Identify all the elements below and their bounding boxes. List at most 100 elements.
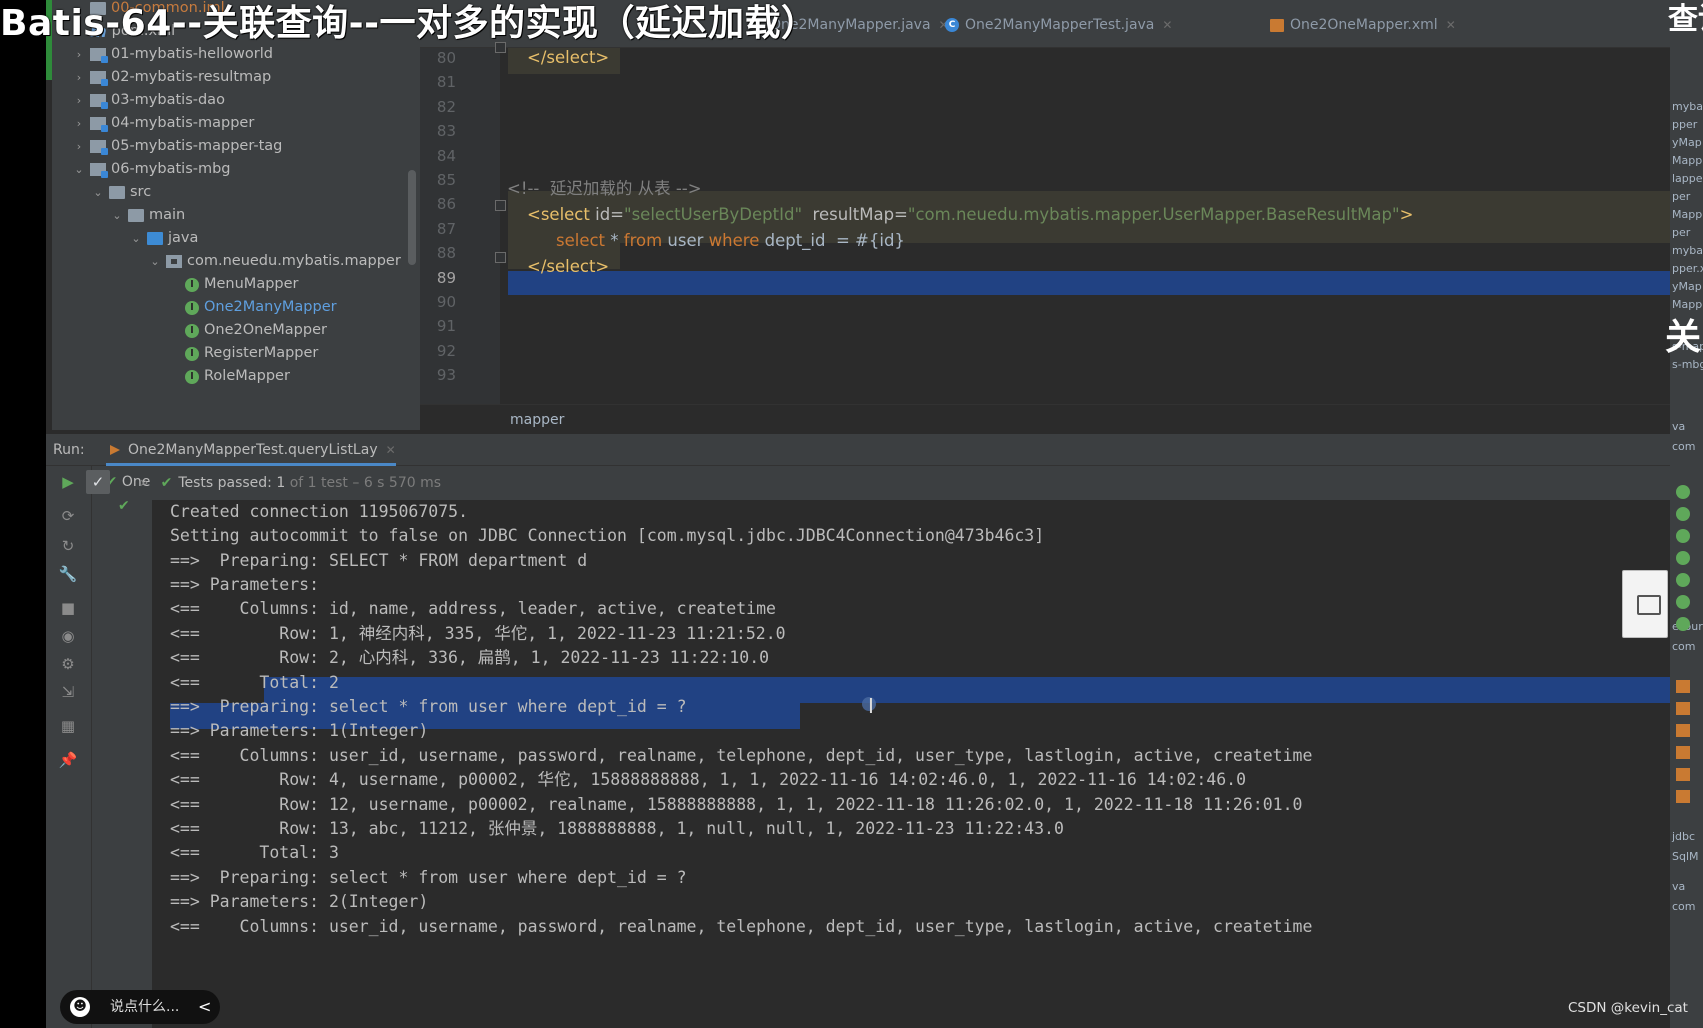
console-line: Setting autocommit to false on JDBC Conn… xyxy=(170,526,1045,546)
tree-item-label: java xyxy=(168,230,199,246)
export-icon[interactable]: ⇲ xyxy=(57,682,79,702)
tree-item[interactable]: › 03-mybatis-dao xyxy=(72,89,225,112)
rerun-icon[interactable]: ▶ xyxy=(57,472,79,492)
camera-icon[interactable]: ◉ xyxy=(57,626,79,646)
xml-file-icon xyxy=(1676,724,1690,737)
console-line: ==> Preparing: select * from user where … xyxy=(170,867,687,887)
tree-item[interactable]: I RoleMapper xyxy=(167,365,290,388)
xml-attr-value: "selectUserByDeptId" xyxy=(624,205,803,224)
breadcrumb-item[interactable]: mapper xyxy=(510,412,564,428)
code-line-88: </select> xyxy=(527,254,609,280)
breadcrumb[interactable]: mapper xyxy=(420,404,1670,434)
chevron-down-icon[interactable]: ⌄ xyxy=(110,204,124,227)
video-title: Batis-64--关联查询--一对多的实现（延迟加载） xyxy=(0,3,818,44)
xml-comment: <!-- 延迟加载的 从表 --> xyxy=(507,179,702,198)
fold-icon[interactable] xyxy=(495,252,506,263)
partial-label: pper.x xyxy=(1672,262,1703,275)
chevron-right-icon[interactable]: › xyxy=(72,112,86,135)
chevron-down-icon[interactable]: ⌄ xyxy=(129,227,143,250)
folder-icon xyxy=(109,186,125,199)
editor-gutter: 80 81 82 83 84 85 86 87 88 89 90 91 92 93 xyxy=(420,48,500,404)
right-overlay-strip: mybat pper yMap Mapp lappe per Mapp per mybat ppe… xyxy=(1670,0,1703,1028)
chevron-down-icon[interactable]: ⌄ xyxy=(148,250,162,273)
line-number: 82 xyxy=(436,97,456,116)
module-folder-icon xyxy=(90,94,108,109)
interface-icon xyxy=(1676,507,1690,521)
tab-one2onemapper-xml[interactable]: One2OneMapper.xml ✕ xyxy=(1270,14,1456,36)
watermark: CSDN @kevin_cat xyxy=(1568,1000,1688,1016)
project-tree-scrollbar[interactable] xyxy=(408,170,416,265)
close-icon[interactable]: ✕ xyxy=(1162,14,1172,36)
line-number: 92 xyxy=(436,341,456,360)
tree-item-label: src xyxy=(130,184,152,200)
code-editor[interactable]: </select> <!-- 延迟加载的 从表 --> <select id="… xyxy=(500,48,1670,404)
partial-label: mybat xyxy=(1672,244,1703,257)
close-icon[interactable]: ✕ xyxy=(1446,14,1456,36)
chevron-down-icon[interactable]: ⌄ xyxy=(91,181,105,204)
run-config-tab[interactable]: One2ManyMapperTest.queryListLay ✕ xyxy=(106,434,396,466)
fold-icon[interactable] xyxy=(495,200,506,211)
test-tree[interactable]: ⌄ ✔ One ✔ xyxy=(92,466,152,1028)
xml-tag: </select> xyxy=(527,257,610,276)
tree-item[interactable]: ⌄ com.neuedu.mybatis.mapper xyxy=(148,250,400,273)
tree-item[interactable]: › 04-mybatis-mapper xyxy=(72,112,254,135)
tree-item[interactable]: ⌄ 06-mybatis-mbg xyxy=(72,158,231,181)
console-output[interactable]: Checking to see if class com.neuedu.myba… xyxy=(152,500,1670,1028)
tree-item[interactable]: I MenuMapper xyxy=(167,273,299,296)
tree-item[interactable]: I One2OneMapper xyxy=(167,319,327,342)
chevron-right-icon[interactable]: › xyxy=(72,43,86,66)
settings-icon[interactable]: ⚙ xyxy=(57,654,79,674)
comment-input[interactable]: ☻ 说点什么... < xyxy=(60,990,220,1024)
tree-item-label: 01-mybatis-helloworld xyxy=(111,46,273,62)
tree-item[interactable]: I One2ManyMapper xyxy=(167,296,337,319)
tree-item[interactable]: ⌄ src xyxy=(91,181,151,204)
tree-item-label: One2OneMapper xyxy=(204,322,327,338)
run-toolbar: ▶ ⟳ ↻ 🔧 ■ ◉ ⚙ ⇲ ▦ 📌 xyxy=(46,466,92,1028)
chevron-right-icon[interactable]: › xyxy=(72,135,86,158)
console-line: ==> Parameters: 1(Integer) xyxy=(170,721,429,741)
console-line: ==> Parameters: xyxy=(170,575,329,594)
tree-item[interactable]: › 01-mybatis-helloworld xyxy=(72,43,273,66)
video-title-right: 查询 xyxy=(1668,2,1703,37)
close-icon[interactable]: ✕ xyxy=(386,443,396,457)
tree-item[interactable]: › 02-mybatis-resultmap xyxy=(72,66,271,89)
tree-item[interactable]: › 05-mybatis-mapper-tag xyxy=(72,135,282,158)
wrench-icon[interactable]: 🔧 xyxy=(57,564,79,584)
chevron-right-icon[interactable]: › xyxy=(72,66,86,89)
tree-item[interactable]: ⌄ java xyxy=(129,227,198,250)
passed-icon: ✔ xyxy=(160,475,173,491)
package-icon xyxy=(166,255,182,268)
ide-window: 00-common.iml m pom.xml › 01-mybatis-hellowo… xyxy=(0,0,1670,1028)
chevron-down-icon[interactable]: ⌄ xyxy=(72,158,86,181)
toggle-auto-test-icon[interactable]: ↻ xyxy=(57,536,79,556)
tab-one2manymappertest-java[interactable]: C One2ManyMapperTest.java ✕ xyxy=(945,14,1172,36)
module-folder-icon xyxy=(90,117,108,132)
emoji-icon[interactable]: ☻ xyxy=(70,997,90,1017)
tree-item[interactable]: I RegisterMapper xyxy=(167,342,318,365)
pin-icon[interactable]: 📌 xyxy=(57,750,79,770)
project-tree[interactable]: 00-common.iml m pom.xml › 01-mybatis-hellowo… xyxy=(52,0,420,430)
tree-item-label: MenuMapper xyxy=(204,276,299,292)
xml-file-icon xyxy=(1676,702,1690,715)
tree-item[interactable]: ⌄ main xyxy=(110,204,185,227)
stop-icon[interactable]: ■ xyxy=(57,598,79,618)
collapse-arrow-icon[interactable]: < xyxy=(198,990,211,1024)
show-passed-toggle[interactable]: ✓ xyxy=(86,470,110,494)
floating-window-button[interactable] xyxy=(1622,570,1668,638)
line-number: 91 xyxy=(436,317,456,336)
sql-text: * xyxy=(605,231,624,250)
chevron-right-icon[interactable]: » xyxy=(140,475,149,491)
partial-label: per xyxy=(1672,226,1691,239)
sql-text: user xyxy=(662,231,709,250)
interface-icon xyxy=(1676,551,1690,565)
chevron-right-icon[interactable]: › xyxy=(72,89,86,112)
line-number: 90 xyxy=(436,293,456,311)
module-folder-icon xyxy=(90,140,108,155)
partial-label: pper xyxy=(1672,118,1698,131)
sql-keyword: from xyxy=(623,231,663,250)
layout-icon[interactable]: ▦ xyxy=(57,716,79,736)
rerun-failed-icon[interactable]: ⟳ xyxy=(57,506,79,526)
interface-icon xyxy=(1676,617,1690,631)
tree-item-label: RoleMapper xyxy=(204,368,290,384)
tree-item-label: 06-mybatis-mbg xyxy=(111,161,231,177)
